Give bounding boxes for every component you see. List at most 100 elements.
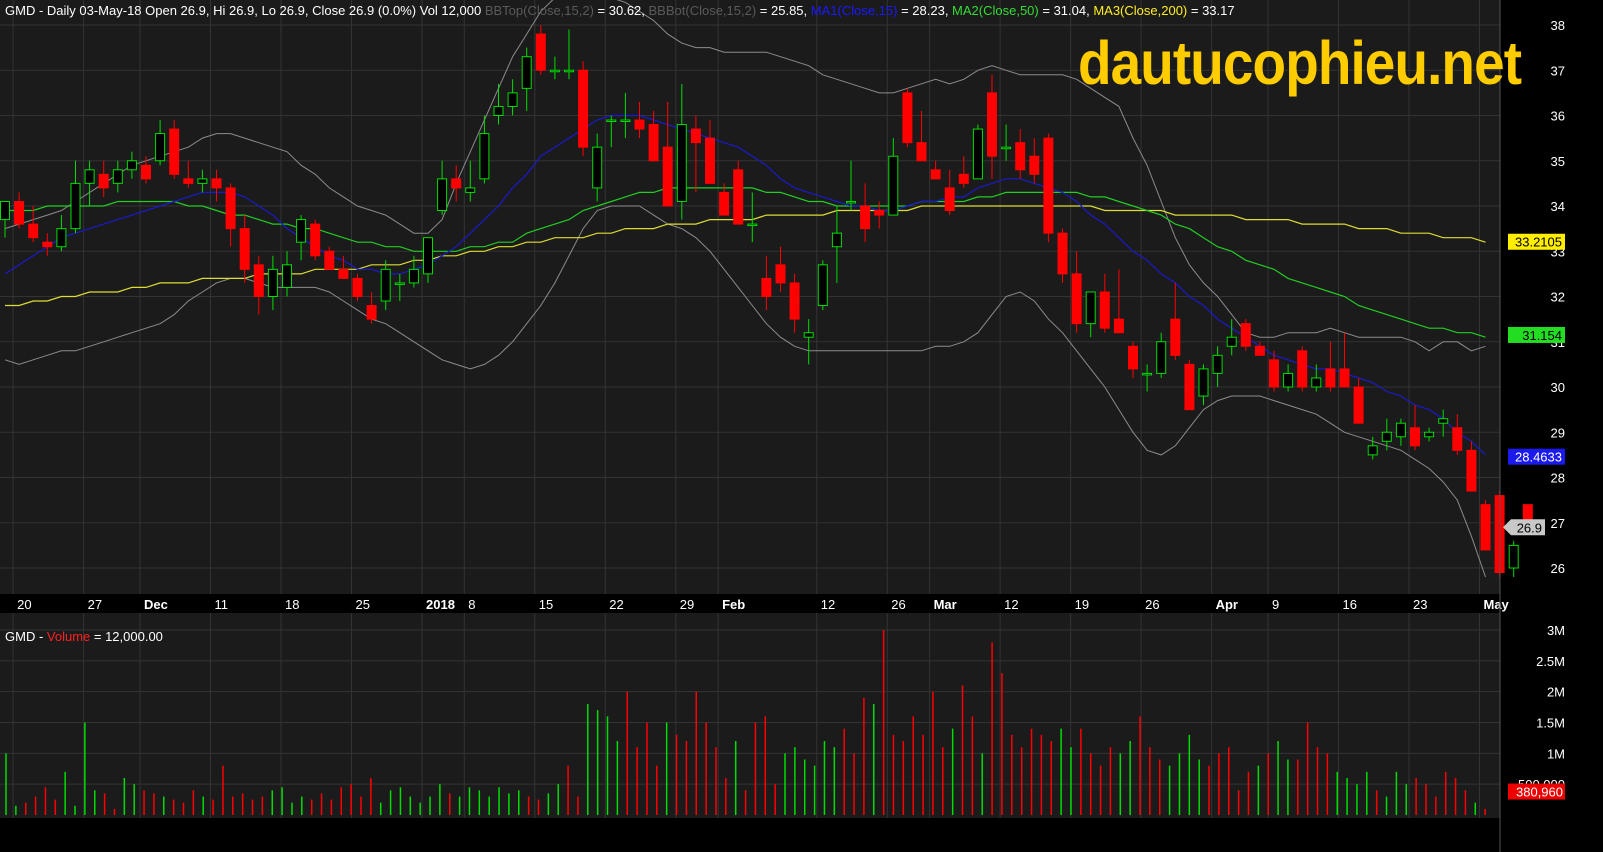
candle-body: [564, 69, 574, 73]
candle-body: [366, 305, 377, 320]
x-tick-label: 25: [356, 597, 370, 612]
candle-body: [958, 173, 969, 184]
candle-body: [620, 119, 631, 123]
y-tick-label: 26: [1551, 561, 1565, 576]
candle-body: [1057, 232, 1068, 275]
candle-body: [916, 142, 927, 162]
price-header-segment-1: BBTop(Close,15,2): [484, 3, 594, 18]
candle-body: [1438, 418, 1449, 424]
x-tick-label: 8: [468, 597, 475, 612]
candle-body: [690, 128, 701, 144]
candle-body: [902, 92, 913, 144]
candle-body: [705, 137, 715, 184]
candle-body: [267, 268, 278, 298]
candle-body: [84, 169, 95, 184]
price-header-segment-4: = 25.85,: [756, 3, 811, 18]
candle-body: [183, 178, 194, 184]
candle-body: [282, 264, 292, 288]
candle-body: [648, 124, 659, 162]
candle-body: [493, 105, 504, 116]
candle-body: [817, 264, 828, 307]
x-tick-label: 26: [891, 597, 905, 612]
price-header-segment-5: MA1(Close,15): [810, 3, 898, 18]
candle-body: [1480, 504, 1491, 551]
price-header-segment-6: = 28.23,: [897, 3, 953, 18]
vol-y-tick-label: 3M: [1547, 623, 1565, 638]
price-header-segment-2: = 30.62,: [593, 3, 649, 18]
candle-body: [1240, 323, 1251, 347]
candle-body: [592, 146, 603, 189]
candle-body: [1142, 372, 1153, 376]
volume-panel-header: GMD - Volume = 12,000.00: [5, 629, 163, 645]
candle-body: [1071, 273, 1082, 325]
y-tick-label: 27: [1551, 516, 1565, 531]
candle-body: [1113, 318, 1124, 334]
candle-body: [14, 200, 25, 225]
candle-body: [1170, 318, 1181, 356]
x-tick-label: Apr: [1216, 597, 1238, 612]
candle-body: [803, 332, 814, 338]
candle-body: [676, 124, 687, 202]
candle-body: [296, 219, 307, 243]
candle-body: [831, 232, 842, 248]
candle-body: [169, 128, 180, 175]
watermark-logo: dautucophieu.net: [1078, 29, 1522, 97]
candle-body: [1043, 137, 1054, 234]
chart-canvas: 20 27 Dec 11 18 25 2018 8 15 22 29 Feb 12 26 Mar 12 19 26…: [0, 0, 1603, 852]
candle-body: [28, 223, 39, 239]
candle-body: [1311, 377, 1322, 388]
candle-body: [42, 241, 53, 248]
vol-y-tick-label: 1M: [1547, 746, 1565, 761]
candle-body: [1184, 363, 1195, 411]
x-tick-label: 18: [285, 597, 299, 612]
ma2-value-tag: 31.154: [1522, 328, 1562, 343]
candle-body: [239, 228, 250, 270]
candle-body: [944, 187, 955, 212]
x-tick-label: 26: [1145, 597, 1159, 612]
candle-body: [465, 187, 476, 193]
candle-body: [846, 200, 856, 204]
candle-body: [634, 119, 645, 130]
candle-body: [1099, 291, 1110, 329]
candle-body: [1001, 146, 1012, 150]
price-header-segment-0: GMD - Daily 03-May-18 Open 26.9, Hi 26.9…: [5, 3, 485, 18]
y-tick-label: 34: [1551, 199, 1565, 214]
candle-body: [1283, 372, 1294, 388]
candle-body: [1452, 427, 1463, 451]
ma1-value-tag: 28.4633: [1515, 450, 1562, 465]
candle-body: [860, 205, 871, 230]
price-header-segment-7: MA2(Close,50): [952, 3, 1039, 18]
candle-body: [437, 178, 448, 212]
candle-body: [310, 223, 321, 257]
candle-body: [1029, 155, 1040, 175]
volume-header-segment-2: = 12,000.00: [90, 629, 163, 644]
volume-header-segment-1: Volume: [46, 629, 91, 644]
y-tick-label: 30: [1551, 380, 1565, 395]
candle-body: [733, 169, 744, 225]
vol-y-tick-label: 2.5M: [1536, 654, 1565, 669]
candle-body: [930, 169, 941, 180]
x-tick-label: 22: [609, 597, 623, 612]
x-tick-label: Mar: [934, 597, 957, 612]
candle-body: [479, 133, 490, 180]
candle-body: [338, 268, 349, 279]
candle-body: [1367, 445, 1378, 456]
candle-body: [1015, 142, 1026, 171]
candle-body: [1297, 350, 1308, 388]
stock-chart-app: 20 27 Dec 11 18 25 2018 8 15 22 29 Feb 12 26 Mar 12 19 26…: [0, 0, 1603, 852]
candle-body: [1156, 341, 1167, 374]
x-tick-label: 19: [1075, 597, 1089, 612]
candle-body: [408, 268, 419, 284]
candle-body: [987, 92, 997, 157]
candle-body: [1198, 368, 1209, 397]
candle-body: [775, 264, 786, 284]
x-tick-label: 12: [821, 597, 835, 612]
candle-body: [211, 178, 222, 189]
candle-body: [380, 268, 391, 302]
candle-body: [662, 146, 673, 207]
candle-body: [394, 282, 405, 285]
x-tick-label: Dec: [144, 597, 168, 612]
candle-body: [1269, 359, 1279, 388]
candle-body: [1226, 336, 1237, 347]
candle-body: [507, 92, 518, 107]
